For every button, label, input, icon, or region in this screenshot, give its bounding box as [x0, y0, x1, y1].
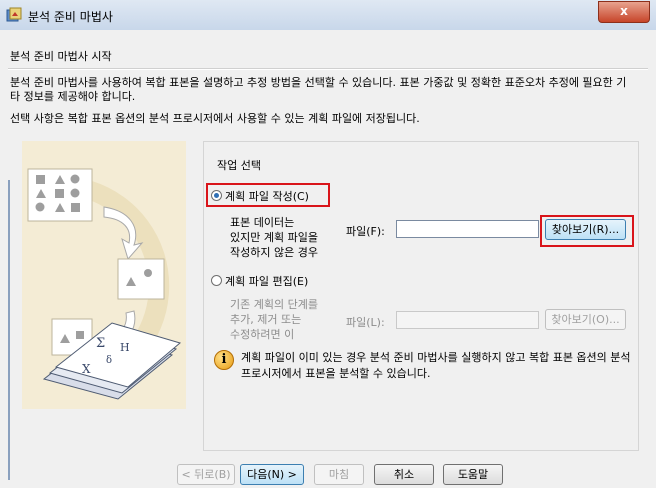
edit-desc-line3: 수정하려면 이 [230, 328, 295, 341]
sampling-illustration: Σ H δ X [27, 168, 182, 400]
info-message: 계획 파일이 이미 있는 경우 분석 준비 마법사를 실행하지 않고 복합 표본… [241, 351, 631, 380]
edit-file-input[interactable] [396, 311, 539, 329]
save-note: 선택 사항은 복합 표본 옵션의 분석 프로시저에서 사용할 수 있는 계획 파… [10, 112, 420, 125]
svg-text:H: H [120, 341, 130, 354]
create-plan-label[interactable]: 계획 파일 작성(C) [225, 188, 309, 204]
edit-file-label: 파일(L): [346, 316, 385, 329]
close-icon: x [620, 4, 628, 18]
edit-plan-radio[interactable] [211, 275, 222, 286]
window-title: 분석 준비 마법사 [28, 10, 113, 24]
heading-divider [8, 68, 648, 70]
create-file-label: 파일(F): [346, 225, 385, 238]
cancel-button[interactable]: 취소 [374, 464, 434, 485]
help-button[interactable]: 도움말 [443, 464, 503, 485]
edit-desc-line1: 기존 계획의 단계를 [230, 298, 318, 311]
create-desc-line3: 작성하지 않은 경우 [230, 246, 318, 259]
next-button[interactable]: 다음(N) > [240, 464, 304, 485]
browse-edit-button[interactable]: 찾아보기(O)... [545, 309, 626, 330]
back-button[interactable]: < 뒤로(B) [177, 464, 235, 485]
create-desc-line1: 표본 데이터는 [230, 216, 295, 229]
svg-text:δ: δ [106, 355, 112, 366]
task-selection-group: 작업 선택 계획 파일 작성(C) 표본 데이터는 있지만 계획 파일을 작성하… [203, 141, 639, 451]
wizard-body: 분석 준비 마법사 시작 분석 준비 마법사를 사용하여 복합 표본을 설명하고… [0, 30, 656, 488]
create-desc-line2: 있지만 계획 파일을 [230, 231, 318, 244]
svg-text:X: X [82, 362, 91, 376]
wizard-description: 분석 준비 마법사를 사용하여 복합 표본을 설명하고 추정 방법을 선택할 수… [10, 76, 627, 103]
page-heading: 분석 준비 마법사 시작 [10, 50, 112, 63]
task-group-title: 작업 선택 [217, 159, 261, 172]
edit-desc-line2: 추가, 제거 또는 [230, 313, 302, 326]
create-file-input[interactable] [396, 220, 539, 238]
create-plan-radio[interactable] [211, 190, 222, 201]
title-bar[interactable]: 분석 준비 마법사 x [0, 0, 656, 31]
wizard-app-icon [6, 7, 22, 22]
svg-text:Σ: Σ [96, 336, 105, 351]
browse-create-button[interactable]: 찾아보기(R)... [545, 219, 626, 240]
window-edge-divider [8, 180, 10, 480]
finish-button[interactable]: 마침 [314, 464, 364, 485]
info-icon: i [214, 350, 234, 370]
edit-plan-label[interactable]: 계획 파일 편집(E) [225, 273, 308, 289]
wizard-illustration: Σ H δ X [22, 141, 186, 409]
close-button[interactable]: x [598, 1, 650, 23]
